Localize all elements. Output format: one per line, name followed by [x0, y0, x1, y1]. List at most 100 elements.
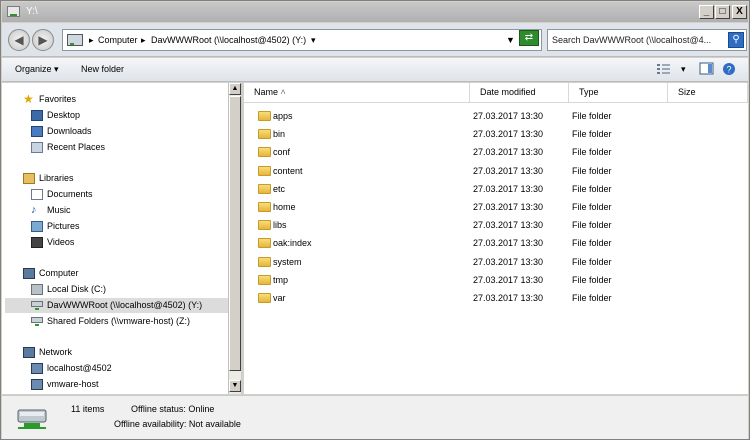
folder-icon — [258, 274, 271, 285]
file-date-modified: 27.03.2017 13:30 — [473, 129, 544, 140]
file-date-modified: 27.03.2017 13:30 — [473, 147, 544, 158]
table-row[interactable]: bin 27.03.2017 13:30 File folder — [244, 125, 748, 143]
status-bar: 11 items Offline status: Online Offline … — [2, 395, 748, 439]
file-name: apps — [273, 111, 293, 121]
address-dropdown-icon[interactable]: ▼ — [506, 35, 515, 45]
table-row[interactable]: tmp 27.03.2017 13:30 File folder — [244, 271, 748, 289]
nav-item-pictures[interactable]: Pictures — [31, 219, 221, 234]
table-row[interactable]: home 27.03.2017 13:30 File folder — [244, 198, 748, 216]
back-arrow-icon: ◀ — [14, 33, 24, 47]
chevron-right-icon[interactable]: ▸ — [141, 35, 146, 46]
table-row[interactable]: system 27.03.2017 13:30 File folder — [244, 253, 748, 271]
file-type: File folder — [572, 202, 612, 212]
file-date-modified: 27.03.2017 13:30 — [473, 165, 544, 176]
help-icon[interactable]: ? — [722, 62, 738, 76]
file-type: File folder — [572, 183, 612, 194]
minimize-button[interactable]: _ — [699, 5, 714, 19]
folder-icon — [258, 238, 271, 249]
nav-item-davwwwroot[interactable]: DavWWWRoot (\\localhost@4502) (Y:) — [5, 298, 228, 313]
file-type: File folder — [572, 274, 612, 285]
forward-button[interactable]: ▶ — [32, 29, 54, 51]
back-button[interactable]: ◀ — [8, 29, 30, 51]
offline-status: Offline status: Online — [131, 404, 215, 414]
table-row[interactable]: oak:index 27.03.2017 13:30 File folder — [244, 234, 748, 252]
network-icon — [23, 347, 35, 358]
file-name: home — [273, 202, 296, 212]
folder-icon — [258, 147, 271, 158]
chevron-down-icon[interactable]: ▾ — [311, 35, 316, 46]
libraries-icon — [23, 173, 35, 184]
organize-button[interactable]: Organize ▾ — [15, 64, 59, 75]
title-bar: Y:\ _ □ X — [2, 2, 748, 22]
nav-item-localhost[interactable]: localhost@4502 — [31, 361, 221, 376]
nav-computer[interactable]: Computer — [23, 266, 223, 281]
file-type: File folder — [572, 147, 612, 158]
nav-item-desktop[interactable]: Desktop — [31, 108, 221, 123]
breadcrumb-davwwwroot[interactable]: DavWWWRoot (\\localhost@4502) (Y:) — [151, 35, 306, 45]
change-view-icon[interactable] — [656, 62, 672, 76]
scrollbar-thumb[interactable] — [229, 96, 241, 371]
table-row[interactable]: etc 27.03.2017 13:30 File folder — [244, 180, 748, 198]
search-input[interactable]: Search DavWWWRoot (\\localhost@4... ⚲ — [547, 29, 747, 51]
file-type: File folder — [572, 111, 612, 121]
close-button[interactable]: X — [732, 5, 747, 19]
nav-item-downloads[interactable]: Downloads — [31, 124, 221, 139]
network-drive-icon — [17, 409, 47, 429]
videos-icon — [31, 237, 43, 248]
command-toolbar: Organize ▾ New folder ▾ ? — [2, 58, 748, 82]
downloads-icon — [31, 126, 43, 137]
folder-icon — [258, 111, 271, 121]
nav-network[interactable]: Network — [23, 345, 223, 360]
preview-pane-icon[interactable] — [699, 62, 715, 76]
table-row[interactable]: conf 27.03.2017 13:30 File folder — [244, 143, 748, 161]
table-row[interactable]: libs 27.03.2017 13:30 File folder — [244, 216, 748, 234]
forward-arrow-icon: ▶ — [38, 33, 48, 47]
nav-item-recent-places[interactable]: Recent Places — [31, 140, 221, 155]
navigation-pane: ★ Favorites Desktop Downloads Recent Pla… — [2, 83, 242, 394]
column-header-type[interactable]: Type — [569, 83, 668, 103]
navigation-scrollbar[interactable]: ▲ ▼ — [228, 83, 241, 394]
scroll-down-icon[interactable]: ▼ — [229, 380, 241, 392]
folder-icon — [258, 183, 271, 194]
column-header-name[interactable]: Name ˄ — [244, 83, 470, 103]
nav-item-videos[interactable]: Videos — [31, 235, 221, 250]
column-header-size[interactable]: Size — [668, 83, 748, 103]
search-icon[interactable]: ⚲ — [728, 32, 744, 48]
view-dropdown-icon[interactable]: ▾ — [681, 64, 686, 75]
nav-item-shared-folders[interactable]: Shared Folders (\\vmware-host) (Z:) — [31, 314, 221, 329]
network-drive-icon — [67, 34, 83, 46]
documents-icon — [31, 189, 43, 200]
nav-item-local-disk[interactable]: Local Disk (C:) — [31, 282, 221, 297]
breadcrumb-computer[interactable]: Computer — [98, 35, 138, 45]
nav-item-music[interactable]: ♪ Music — [31, 203, 221, 218]
nav-libraries[interactable]: Libraries — [23, 171, 223, 186]
sort-ascending-icon: ˄ — [280, 87, 286, 97]
file-date-modified: 27.03.2017 13:30 — [473, 202, 544, 212]
table-row[interactable]: content 27.03.2017 13:30 File folder — [244, 162, 748, 180]
refresh-button[interactable]: ⇄ — [519, 30, 539, 46]
item-count: 11 items — [71, 404, 105, 414]
nav-favorites[interactable]: ★ Favorites — [23, 92, 223, 107]
chevron-right-icon[interactable]: ▸ — [89, 35, 94, 46]
file-name: var — [273, 293, 286, 303]
address-bar[interactable]: ▸ Computer ▸ DavWWWRoot (\\localhost@450… — [62, 29, 542, 51]
table-row[interactable]: apps 27.03.2017 13:30 File folder — [244, 107, 748, 125]
table-row[interactable]: var 27.03.2017 13:30 File folder — [244, 289, 748, 307]
nav-item-documents[interactable]: Documents — [31, 187, 221, 202]
drive-icon — [7, 6, 20, 17]
column-name-label: Name — [254, 87, 279, 97]
file-type: File folder — [572, 129, 612, 140]
column-header-date[interactable]: Date modified — [470, 83, 569, 103]
nav-item-vmware-host[interactable]: vmware-host — [31, 377, 221, 392]
maximize-button[interactable]: □ — [715, 5, 730, 19]
new-folder-button[interactable]: New folder — [81, 64, 124, 74]
network-drive-icon — [31, 316, 43, 327]
refresh-icon: ⇄ — [524, 32, 534, 43]
file-type: File folder — [572, 293, 612, 303]
file-name: oak:index — [273, 238, 312, 249]
file-date-modified: 27.03.2017 13:30 — [473, 111, 544, 121]
file-date-modified: 27.03.2017 13:30 — [473, 256, 544, 267]
scroll-up-icon[interactable]: ▲ — [229, 83, 241, 95]
file-list: Name ˄ Date modified Type Size apps 27.03… — [244, 83, 748, 394]
star-icon: ★ — [23, 92, 34, 106]
